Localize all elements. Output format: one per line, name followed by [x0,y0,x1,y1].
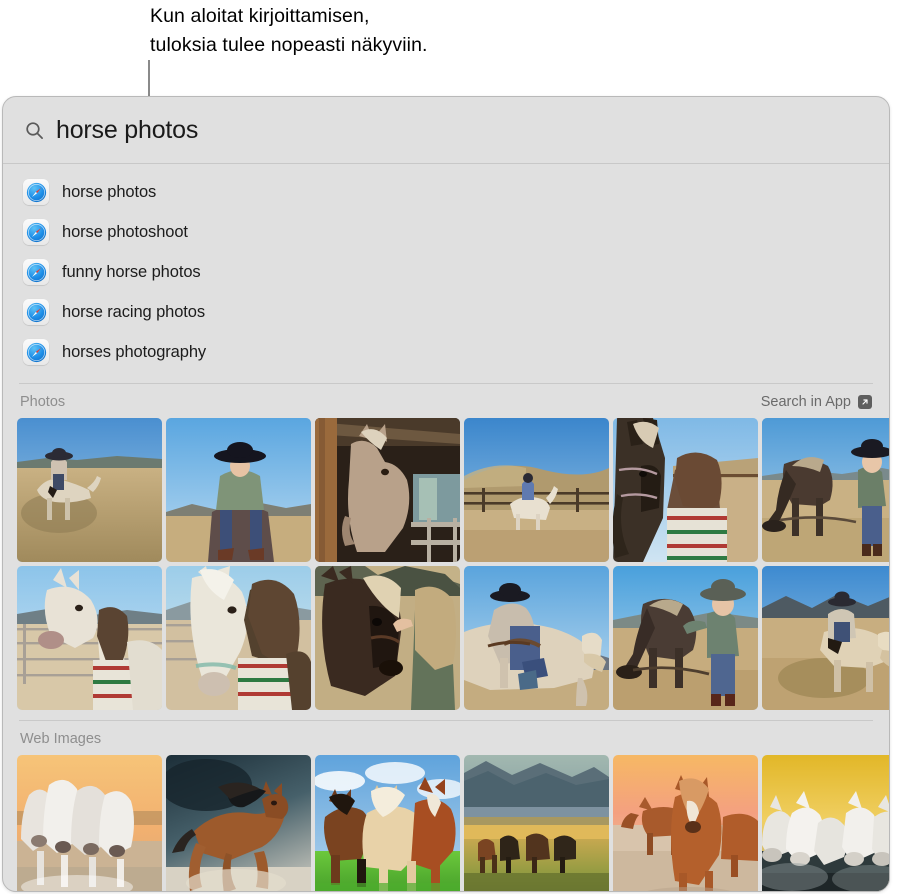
photo-tile[interactable] [762,566,889,710]
safari-compass-icon [23,339,49,365]
suggestion-label: horse photos [62,182,157,201]
web-image-tile[interactable] [464,755,609,891]
web-images-section-header: Web Images [3,721,889,755]
safari-compass-icon [23,259,49,285]
photos-grid-row-1 [3,418,889,562]
suggestion-label: horses photography [62,342,207,361]
web-images-grid [3,755,889,891]
photo-tile[interactable] [166,566,311,710]
suggestion-item-2[interactable]: funny horse photos [3,252,889,292]
photo-tile[interactable] [762,418,889,562]
safari-compass-icon [23,179,49,205]
photos-grid-row-2 [3,566,889,710]
photo-tile[interactable] [166,418,311,562]
search-in-app-label: Search in App [760,394,851,410]
safari-compass-icon [23,299,49,325]
photo-tile[interactable] [464,418,609,562]
photo-tile[interactable] [315,418,460,562]
suggestion-item-1[interactable]: horse photoshoot [3,212,889,252]
web-image-tile[interactable] [17,755,162,891]
web-image-tile[interactable] [613,755,758,891]
suggestion-list: horse photos horse photoshoot funny hors… [3,164,889,378]
photo-tile[interactable] [17,418,162,562]
photo-tile[interactable] [315,566,460,710]
safari-compass-icon [23,219,49,245]
photo-tile[interactable] [613,418,758,562]
search-input-value[interactable]: horse photos [56,116,198,145]
suggestion-item-3[interactable]: horse racing photos [3,292,889,332]
suggestion-item-0[interactable]: horse photos [3,172,889,212]
photo-tile[interactable] [17,566,162,710]
callout-text: Kun aloitat kirjoittamisen, tuloksia tul… [150,5,428,56]
photos-section-title: Photos [20,394,66,410]
search-in-app-button[interactable]: Search in App [761,394,872,410]
spotlight-search-panel: horse photos horse photos horse photosho… [2,96,890,892]
photos-section-header: Photos Search in App [3,384,889,418]
search-icon [26,121,43,139]
arrow-up-right-box-icon [858,395,872,409]
suggestion-item-4[interactable]: horses photography [3,332,889,372]
photo-tile[interactable] [613,566,758,710]
web-image-tile[interactable] [762,755,889,891]
suggestion-label: horse racing photos [62,302,206,321]
suggestion-label: funny horse photos [62,262,201,281]
web-image-tile[interactable] [315,755,460,891]
screenshot-root: Kun aloitat kirjoittamisen, tuloksia tul… [0,0,904,894]
photo-tile[interactable] [464,566,609,710]
web-image-tile[interactable] [166,755,311,891]
suggestion-label: horse photoshoot [62,222,188,241]
search-field-row[interactable]: horse photos [3,97,889,164]
web-images-section-title: Web Images [20,731,102,747]
